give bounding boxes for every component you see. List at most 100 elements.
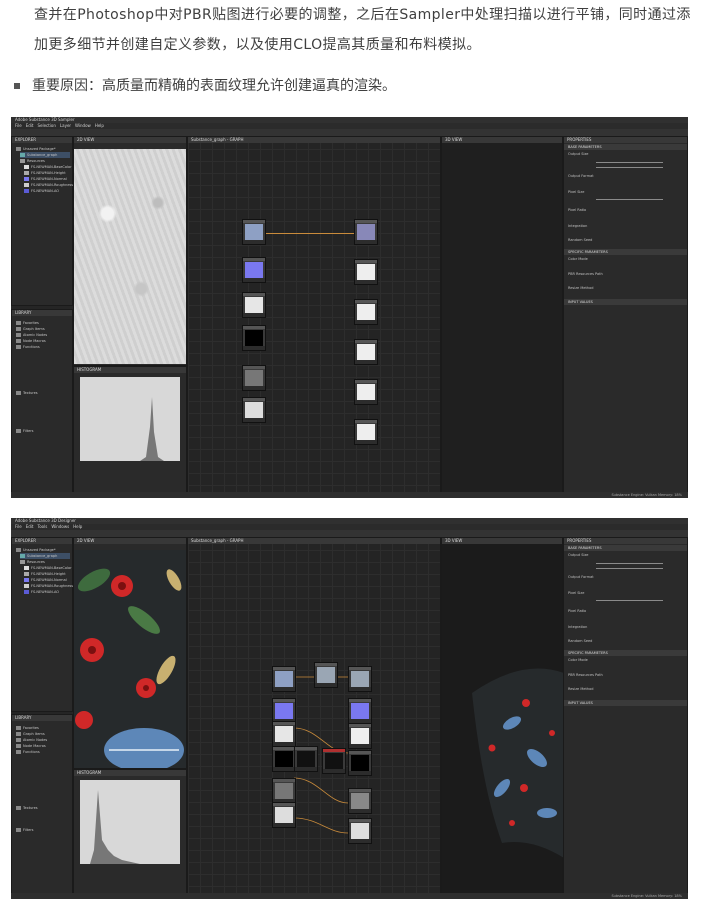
explorer-header: EXPLORER [12, 538, 72, 544]
view-3d-panel: 3D VIEW [441, 537, 564, 899]
properties-panel: PROPERTIES BASE PARAMETERS Output Size O… [563, 136, 688, 498]
property-slider[interactable] [596, 162, 663, 163]
library-item[interactable]: Functions [16, 344, 40, 350]
library-panel: LIBRARY Favorites Graph Items Atomic Nod… [11, 714, 73, 899]
output-node[interactable] [354, 339, 378, 365]
graph-node[interactable] [314, 662, 338, 688]
property-row: Output Size [568, 553, 589, 557]
node-links [293, 676, 349, 834]
fabric-3d-preview [472, 668, 564, 858]
main-toolbar [11, 129, 688, 136]
output-node[interactable] [354, 219, 378, 245]
graph-node[interactable] [242, 292, 266, 318]
graph-node[interactable] [272, 666, 296, 692]
property-row: Color Mode [568, 257, 588, 261]
node-link [266, 233, 354, 234]
explorer-item[interactable]: FS-NEWMAN-AO [24, 589, 59, 595]
graph-node[interactable] [242, 365, 266, 391]
graph-node[interactable] [272, 802, 296, 828]
library-item[interactable]: Filters [16, 827, 34, 833]
property-row: Pixel Ratio [568, 208, 587, 212]
view-3d-panel: 3D VIEW [441, 136, 563, 498]
property-row: Resize Method [568, 286, 594, 290]
histogram-header: HISTOGRAM [74, 367, 186, 373]
graph-panel: Substance_graph - GRAPH [187, 537, 441, 899]
explorer-header: EXPLORER [12, 137, 72, 143]
status-bar: Substance Engine: Vulkan Memory: 18% [11, 893, 688, 899]
properties-header: PROPERTIES [564, 137, 687, 143]
property-row: Output Format [568, 575, 594, 579]
explorer-item[interactable]: FS-NEWMAN-AO [24, 188, 59, 194]
properties-header: PROPERTIES [564, 538, 687, 544]
histogram-curve [80, 397, 164, 461]
graph-header: Substance_graph - GRAPH [188, 137, 440, 143]
output-node[interactable] [354, 419, 378, 445]
library-item[interactable]: Textures [16, 390, 38, 396]
library-header: LIBRARY [12, 715, 72, 721]
properties-section[interactable]: INPUT VALUES [564, 700, 687, 706]
view-2d-panel: 2D VIEW [73, 136, 187, 366]
properties-section[interactable]: BASE PARAMETERS [564, 545, 687, 551]
property-slider[interactable] [596, 167, 663, 168]
property-row: Output Format [568, 174, 594, 178]
property-row: Resize Method [568, 687, 594, 691]
graph-node[interactable] [242, 219, 266, 245]
property-slider[interactable] [596, 600, 663, 601]
output-node[interactable] [348, 666, 372, 692]
sampler-screenshot: Adobe Substance 3D Sampler File Edit Selec… [11, 117, 688, 498]
explorer-panel: EXPLORER Unsaved Package* Substance_grap… [11, 136, 73, 306]
output-node[interactable] [348, 723, 372, 749]
output-node[interactable] [348, 818, 372, 844]
bullet-marker [14, 83, 20, 89]
property-slider[interactable] [596, 563, 663, 564]
properties-panel: PROPERTIES BASE PARAMETERS Output Size O… [563, 537, 688, 899]
view-2d-header: 2D VIEW [74, 137, 186, 143]
property-row: Integration [568, 224, 588, 228]
output-node[interactable] [354, 299, 378, 325]
bullet-item: 重要原因：高质量而精确的表面纹理允许创建逼真的渲染。 [14, 72, 694, 100]
property-row: Pixel Size [568, 190, 585, 194]
properties-section[interactable]: SPECIFIC PARAMETERS [564, 249, 687, 255]
output-node[interactable] [348, 788, 372, 814]
library-item[interactable]: Filters [16, 428, 34, 434]
property-row: Pixel Ratio [568, 609, 587, 613]
library-header: LIBRARY [12, 310, 72, 316]
histogram-curve [80, 790, 140, 864]
article-paragraph: 查并在Photoshop中对PBR贴图进行必要的调整，之后在Sampler中处理… [34, 7, 691, 53]
property-row: Integration [568, 625, 588, 629]
property-row: Color Mode [568, 658, 588, 662]
property-row: Output Size [568, 152, 589, 156]
output-node[interactable] [348, 698, 372, 724]
graph-node[interactable] [242, 397, 266, 423]
graph-node[interactable] [242, 257, 266, 283]
floral-pattern [75, 568, 184, 768]
graph-node[interactable] [242, 325, 266, 351]
properties-section[interactable]: INPUT VALUES [564, 299, 687, 305]
property-slider[interactable] [596, 199, 663, 200]
property-row: PBR Resources Path [568, 673, 603, 677]
graph-node[interactable] [272, 746, 296, 772]
property-row: Random Seed [568, 238, 593, 242]
property-row: Pixel Size [568, 591, 585, 595]
main-toolbar [11, 530, 688, 537]
property-slider[interactable] [596, 568, 663, 569]
output-node[interactable] [354, 379, 378, 405]
bullet-text: 重要原因：高质量而精确的表面纹理允许创建逼真的渲染。 [32, 78, 396, 94]
status-bar: Substance Engine: Vulkan Memory: 18% [11, 492, 688, 498]
histogram-panel: HISTOGRAM [73, 366, 187, 498]
library-item[interactable]: Functions [16, 749, 40, 755]
view-3d-header: 3D VIEW [442, 137, 562, 143]
properties-section[interactable]: BASE PARAMETERS [564, 144, 687, 150]
histogram-panel: HISTOGRAM [73, 769, 187, 899]
properties-section[interactable]: SPECIFIC PARAMETERS [564, 650, 687, 656]
library-item[interactable]: Textures [16, 805, 38, 811]
graph-node[interactable] [272, 721, 296, 747]
graph-node[interactable] [294, 746, 318, 772]
graph-node[interactable] [272, 778, 296, 804]
height-map-preview [74, 149, 186, 364]
graph-node[interactable] [322, 748, 346, 774]
output-node[interactable] [354, 259, 378, 285]
output-node[interactable] [348, 750, 372, 776]
designer-screenshot: Adobe Substance 3D Designer File Edit Tool… [11, 518, 688, 899]
library-panel: LIBRARY Favorites Graph Items Atomic Nod… [11, 309, 73, 498]
